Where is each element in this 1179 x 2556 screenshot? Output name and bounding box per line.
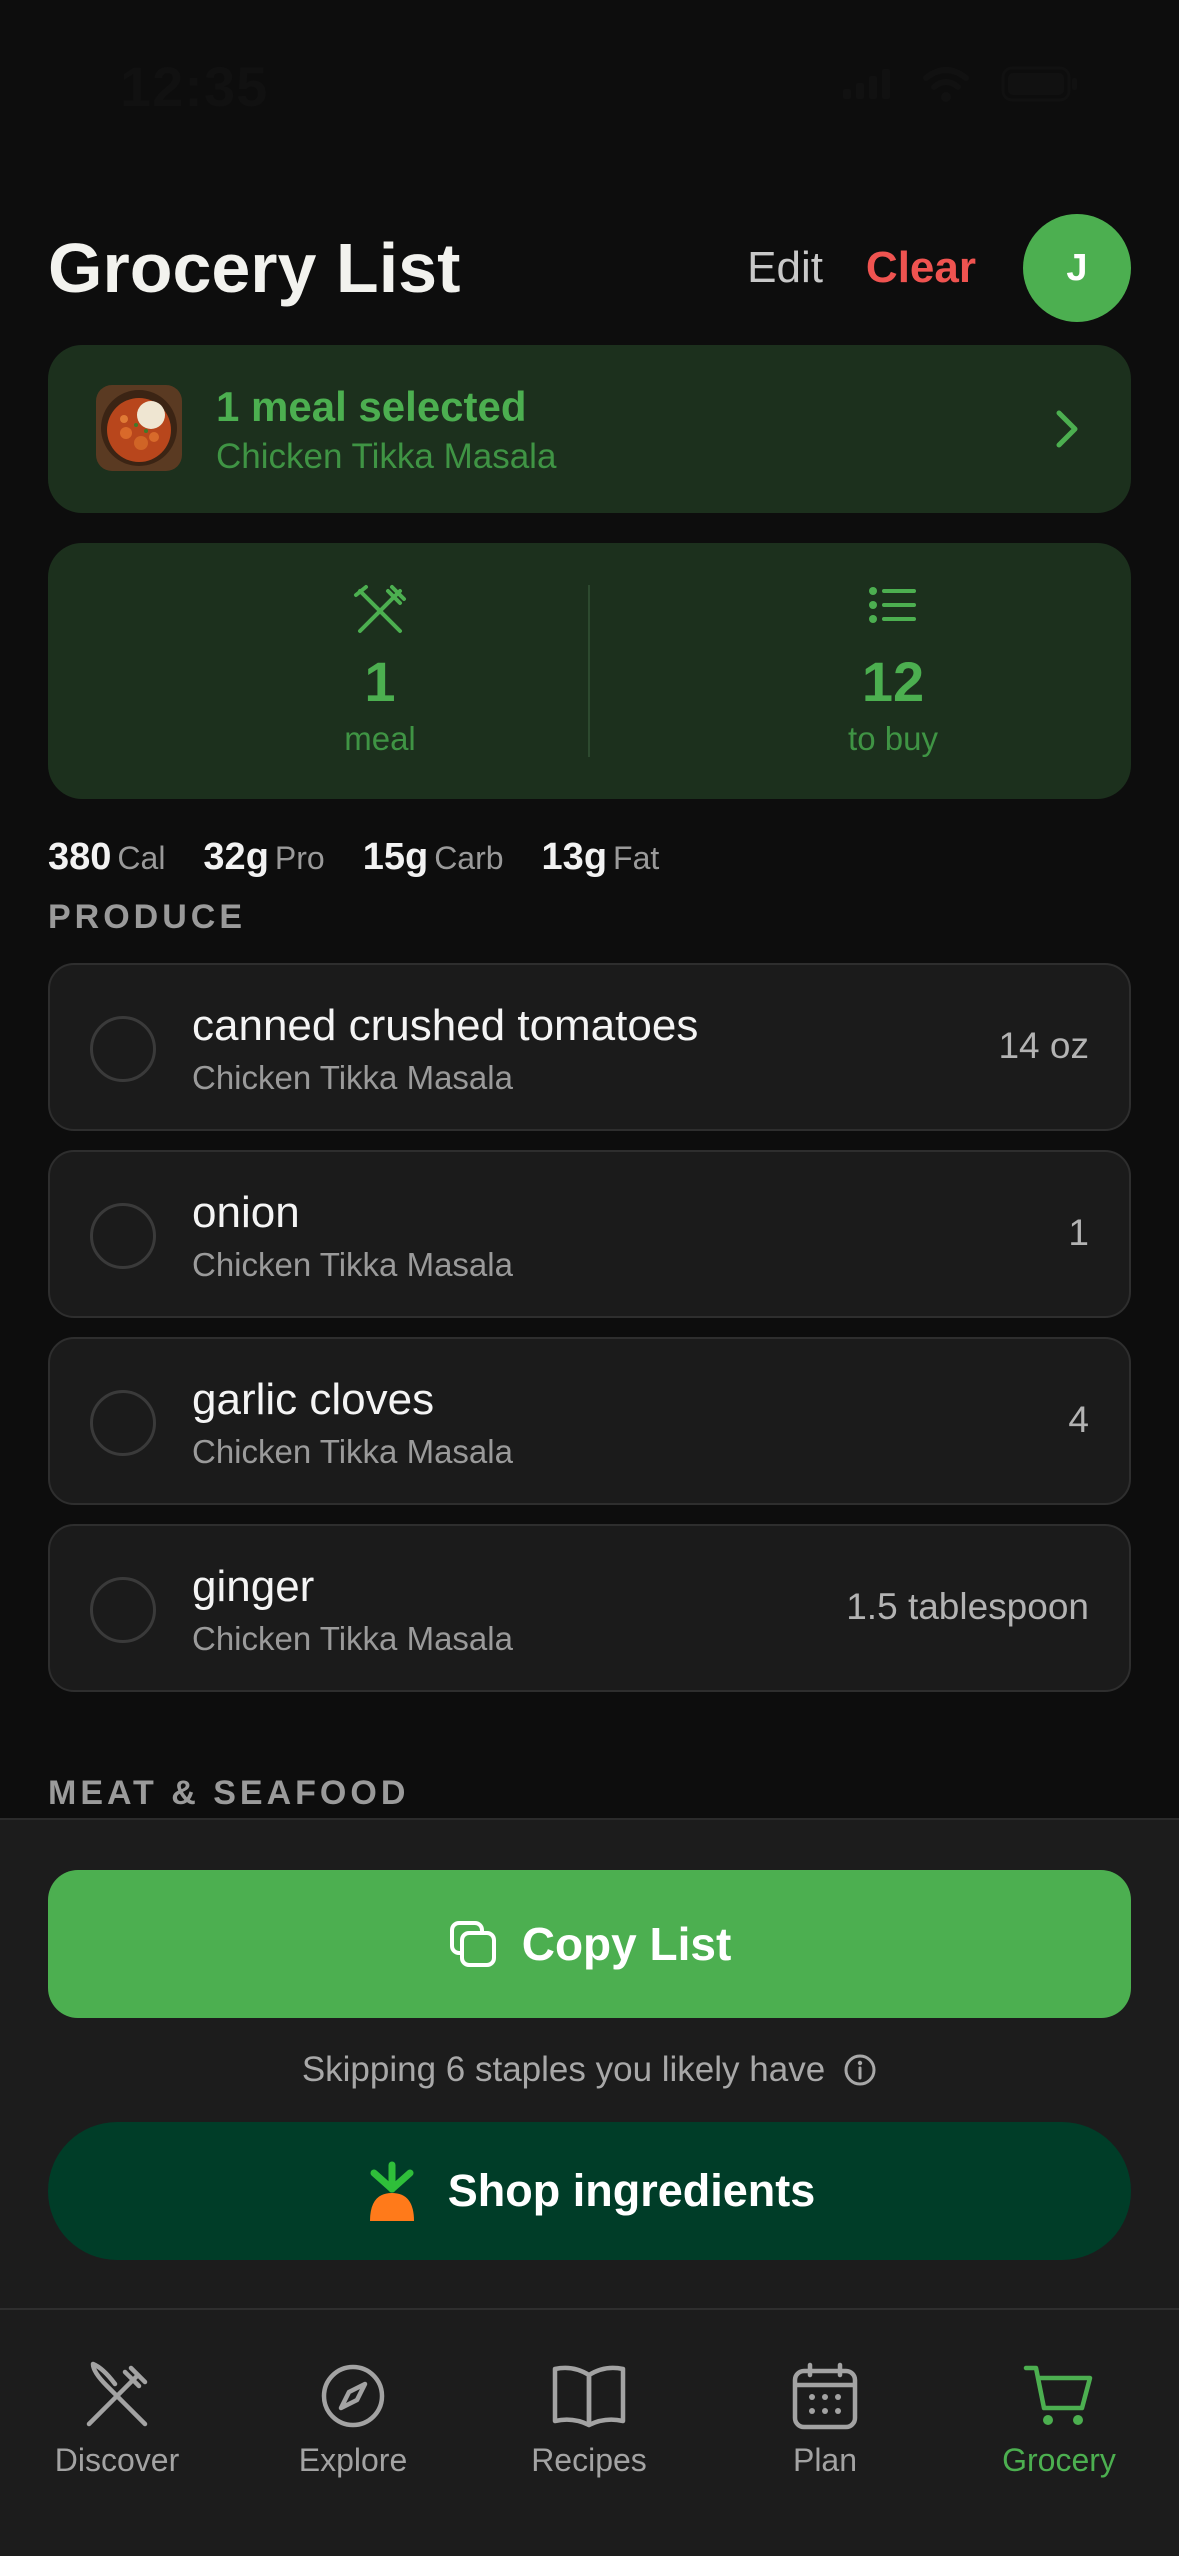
tab-bar: Discover Explore Recipes Plan Grocery: [0, 2308, 1179, 2556]
meal-selection-card[interactable]: 1 meal selected Chicken Tikka Masala: [48, 345, 1131, 513]
tab-label: Discover: [54, 2442, 180, 2478]
item-name: garlic cloves: [192, 1375, 435, 1424]
item-recipe: Chicken Tikka Masala: [192, 1246, 513, 1283]
skip-staples-text: Skipping 6 staples you likely have: [301, 2050, 826, 2089]
copy-list-label: Copy List: [521, 1918, 732, 1970]
item-checkbox[interactable]: [90, 1390, 156, 1456]
list-item[interactable]: onion Chicken Tikka Masala 1: [48, 1150, 1131, 1318]
item-checkbox[interactable]: [90, 1016, 156, 1082]
to-buy-stat: 12 to buy: [693, 583, 1093, 758]
edit-button[interactable]: Edit: [747, 243, 823, 293]
stats-card: 1 meal 12 to buy: [48, 543, 1131, 799]
fork-knife-icon: [86, 2361, 148, 2427]
copy-icon: [449, 1921, 496, 1967]
section-label-meat-seafood: MEAT & SEAFOOD: [48, 1774, 410, 1812]
tab-recipes[interactable]: Recipes: [479, 2356, 699, 2479]
item-quantity: 1.5 tablespoon: [846, 1586, 1089, 1627]
tab-label: Grocery: [1002, 2442, 1116, 2478]
item-checkbox[interactable]: [90, 1203, 156, 1269]
meals-stat: 1 meal: [180, 583, 580, 758]
tab-label: Explore: [298, 2442, 408, 2478]
chevron-right-icon: [1056, 410, 1078, 448]
fork-knife-icon: [354, 585, 406, 633]
item-recipe: Chicken Tikka Masala: [192, 1059, 513, 1096]
item-quantity: 14 oz: [998, 1025, 1089, 1066]
cart-icon: [1023, 2365, 1093, 2425]
meals-label: meal: [344, 720, 416, 757]
macro-fat: 13g Fat: [541, 836, 660, 878]
meal-thumbnail: [96, 385, 182, 471]
status-icons: [843, 66, 1079, 102]
tab-discover[interactable]: Discover: [7, 2356, 227, 2479]
list-icon: [869, 587, 916, 623]
macros-row: 380 Cal 32g Pro 15g Carb 13g Fat: [48, 836, 659, 879]
to-buy-label: to buy: [848, 720, 938, 757]
battery-icon: [1001, 66, 1077, 102]
item-name: canned crushed tomatoes: [192, 1001, 699, 1050]
compass-icon: [321, 2364, 385, 2428]
meal-name: Chicken Tikka Masala: [216, 437, 557, 476]
item-name: ginger: [192, 1562, 315, 1611]
status-bar: 12:35: [0, 0, 1179, 175]
list-item[interactable]: canned crushed tomatoes Chicken Tikka Ma…: [48, 963, 1131, 1131]
tab-explore[interactable]: Explore: [243, 2356, 463, 2479]
bottom-action-panel: Copy List Skipping 6 staples you likely …: [0, 1818, 1179, 2308]
meal-selected-title: 1 meal selected: [216, 383, 527, 430]
shop-ingredients-label: Shop ingredients: [447, 2165, 816, 2216]
item-checkbox[interactable]: [90, 1577, 156, 1643]
item-recipe: Chicken Tikka Masala: [192, 1433, 513, 1470]
tab-grocery[interactable]: Grocery: [949, 2356, 1169, 2479]
item-recipe: Chicken Tikka Masala: [192, 1620, 513, 1657]
skip-staples-note: Skipping 6 staples you likely have: [0, 2050, 1179, 2090]
meals-count: 1: [364, 650, 396, 713]
tab-label: Plan: [792, 2442, 858, 2478]
stats-divider: [588, 585, 590, 757]
to-buy-count: 12: [861, 650, 925, 713]
tab-plan[interactable]: Plan: [715, 2356, 935, 2479]
copy-list-button[interactable]: Copy List: [48, 1870, 1131, 2018]
item-quantity: 4: [1068, 1399, 1089, 1440]
status-time: 12:35: [120, 55, 269, 118]
shop-ingredients-button[interactable]: Shop ingredients: [48, 2122, 1131, 2260]
macro-protein: 32g Pro: [203, 836, 325, 878]
book-icon: [552, 2365, 626, 2428]
macro-calories: 380 Cal: [48, 836, 166, 878]
list-item[interactable]: garlic cloves Chicken Tikka Masala 4: [48, 1337, 1131, 1505]
item-quantity: 1: [1068, 1212, 1089, 1253]
info-icon[interactable]: [843, 2053, 877, 2087]
list-item[interactable]: ginger Chicken Tikka Masala 1.5 tablespo…: [48, 1524, 1131, 1692]
item-name: onion: [192, 1188, 300, 1237]
clear-button[interactable]: Clear: [866, 243, 976, 293]
wifi-icon: [923, 67, 969, 102]
section-label-produce: PRODUCE: [48, 898, 247, 936]
page-title: Grocery List: [48, 229, 461, 307]
signal-icon: [843, 69, 890, 99]
calendar-icon: [792, 2362, 858, 2430]
tab-label: Recipes: [531, 2442, 647, 2478]
carrot-icon: [369, 2161, 414, 2221]
header: Grocery List Edit Clear J: [48, 210, 1131, 322]
macro-carbs: 15g Carb: [362, 836, 504, 878]
avatar[interactable]: J: [1023, 214, 1131, 322]
